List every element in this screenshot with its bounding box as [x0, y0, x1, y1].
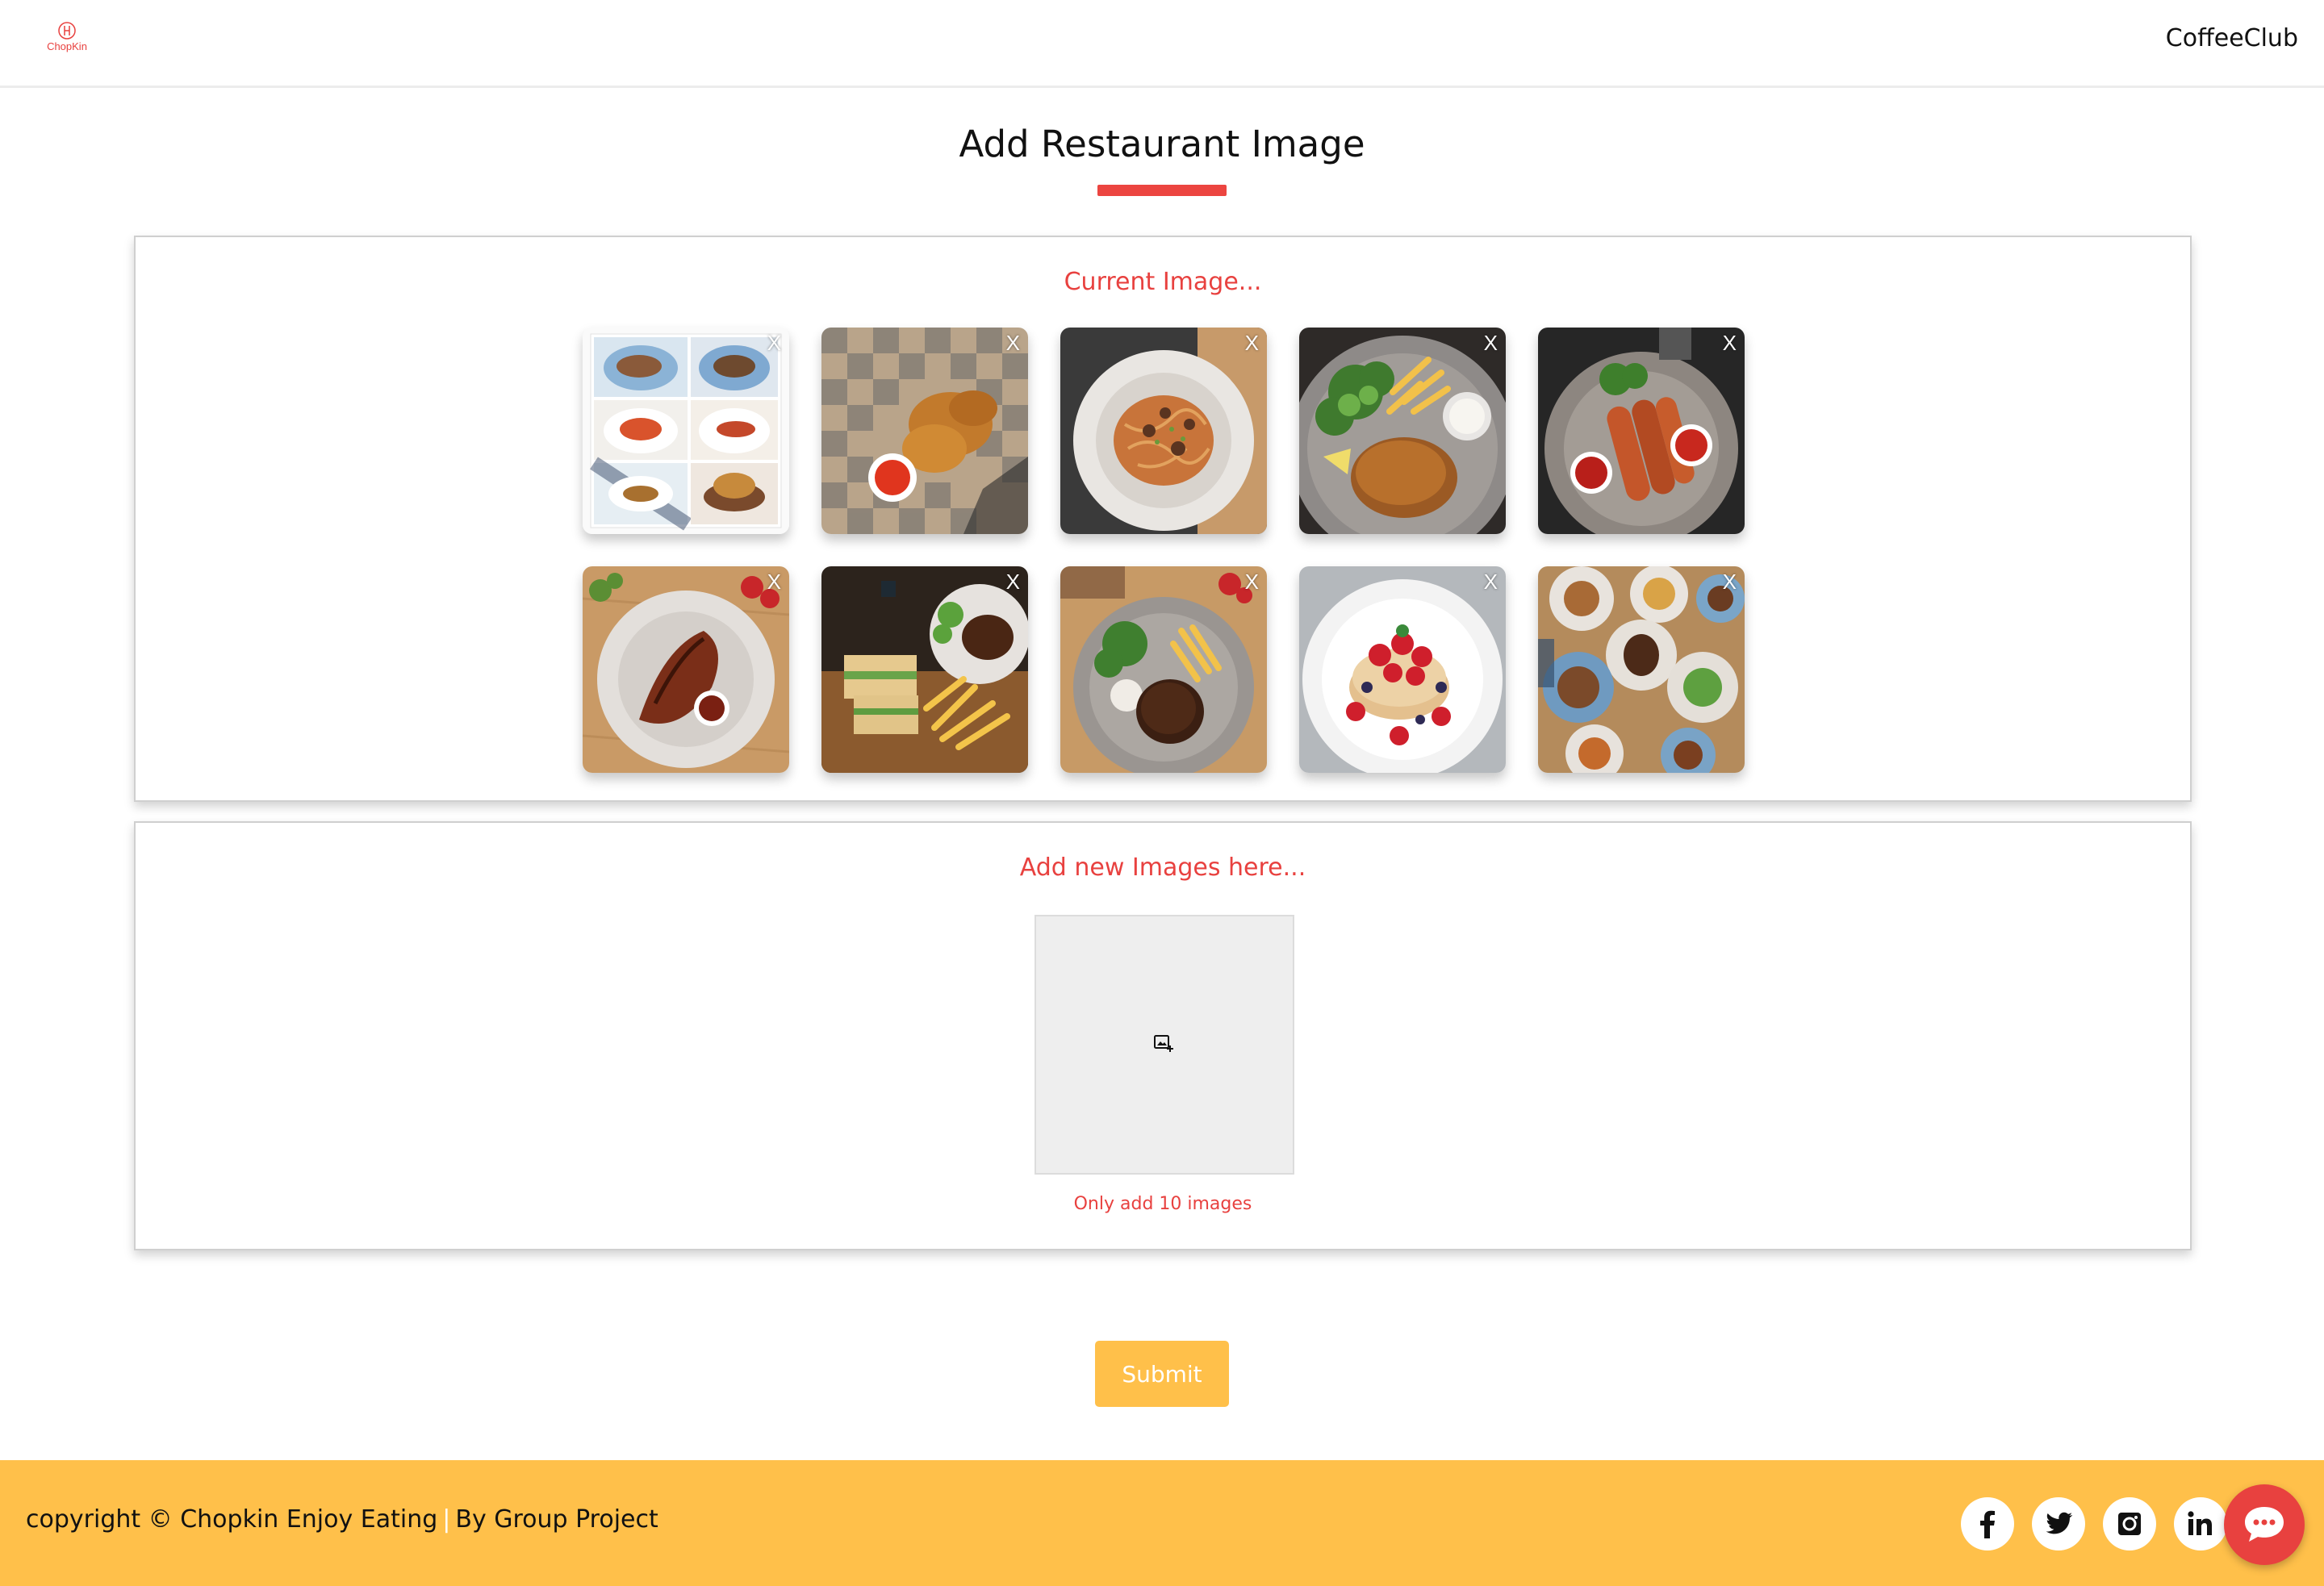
- image-thumb-menu-board: X: [583, 328, 789, 534]
- image-thumb-pasta-bowl: X: [1060, 328, 1267, 534]
- title-underline: [1097, 185, 1227, 196]
- add-photo-icon: [1154, 1034, 1175, 1057]
- current-images-heading: Current Image...: [1064, 268, 1262, 296]
- submit-button[interactable]: Submit: [1095, 1341, 1229, 1407]
- footer: copyright © Chopkin Enjoy Eating | By Grou…: [0, 1460, 2324, 1586]
- remove-image-button[interactable]: X: [767, 331, 781, 355]
- logo-icon: [58, 22, 76, 40]
- remove-image-button[interactable]: X: [767, 570, 781, 594]
- copyright-label: copyright © Chopkin Enjoy Eating: [26, 1505, 438, 1534]
- image-thumb-berry-pancakes: X: [1299, 566, 1506, 773]
- image-thumb-steak-sandwich: X: [821, 566, 1028, 773]
- facebook-icon: [1980, 1510, 1995, 1538]
- copyright-text: copyright © Chopkin Enjoy Eating | By Grou…: [26, 1505, 658, 1534]
- upload-limit-note: Only add 10 images: [1073, 1194, 1252, 1214]
- footer-separator: |: [442, 1505, 451, 1534]
- image-thumb-steak-fries: X: [1060, 566, 1267, 773]
- image-thumb-glazed-chicken: X: [583, 566, 789, 773]
- linkedin-icon: [2188, 1511, 2212, 1535]
- twitter-link[interactable]: [2032, 1497, 2085, 1551]
- chat-button[interactable]: [2224, 1484, 2305, 1565]
- add-images-panel: Add new Images here... Only add 10 image…: [134, 821, 2192, 1250]
- remove-image-button[interactable]: X: [1484, 570, 1498, 594]
- current-images-panel: Current Image... X X X X X X X X X X: [134, 236, 2192, 802]
- image-thumb-table-spread: X: [1538, 566, 1745, 773]
- user-name-link[interactable]: CoffeeClub: [2166, 24, 2298, 52]
- remove-image-button[interactable]: X: [1723, 570, 1737, 594]
- remove-image-button[interactable]: X: [1484, 331, 1498, 355]
- remove-image-button[interactable]: X: [1245, 570, 1259, 594]
- facebook-link[interactable]: [1961, 1497, 2014, 1551]
- chopkin-logo[interactable]: ChopKin: [42, 21, 92, 60]
- logo-text: ChopKin: [47, 40, 87, 52]
- image-thumb-sausages-plate: X: [1538, 328, 1745, 534]
- image-thumb-fried-chicken-basket: X: [821, 328, 1028, 534]
- page-title: Add Restaurant Image: [959, 123, 1365, 165]
- top-navbar: ChopKin CoffeeClub: [0, 0, 2324, 88]
- image-thumb-schnitzel-fries: X: [1299, 328, 1506, 534]
- twitter-icon: [2046, 1512, 2073, 1534]
- linkedin-link[interactable]: [2174, 1497, 2227, 1551]
- remove-image-button[interactable]: X: [1723, 331, 1737, 355]
- image-upload-dropzone[interactable]: [1035, 915, 1294, 1175]
- instagram-icon: [2118, 1513, 2141, 1535]
- remove-image-button[interactable]: X: [1006, 331, 1020, 355]
- instagram-link[interactable]: [2103, 1497, 2156, 1551]
- add-images-heading: Add new Images here...: [1019, 854, 1306, 882]
- remove-image-button[interactable]: X: [1006, 570, 1020, 594]
- chat-bubble-icon: [2245, 1507, 2284, 1542]
- remove-image-button[interactable]: X: [1245, 331, 1259, 355]
- credit-label: By Group Project: [455, 1505, 658, 1534]
